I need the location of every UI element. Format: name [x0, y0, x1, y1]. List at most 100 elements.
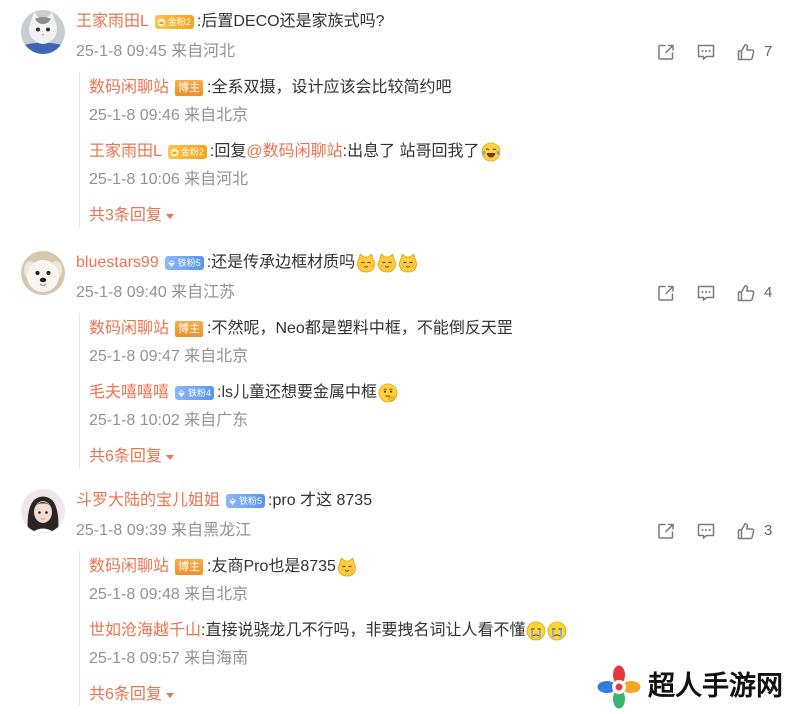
avatar[interactable] [21, 251, 65, 295]
cat-emoji-icon [398, 253, 418, 273]
cat-emoji-icon [356, 253, 376, 273]
share-icon-graphic [656, 521, 676, 541]
cat-emoji-icon [337, 557, 357, 577]
comment-header: 王家雨田L 金粉2 :后置DECO还是家族式吗? [76, 10, 385, 34]
more-replies-link[interactable]: 共3条回复 [89, 204, 174, 228]
reply-meta: 25-1-8 10:06 来自河北 [89, 171, 249, 188]
username-link[interactable]: 王家雨田L [76, 10, 149, 34]
fan-badge-label: 金粉2 [167, 17, 191, 27]
comment-header: bluestars99 铁粉5 :还是传承边框材质吗 [76, 251, 418, 275]
reply-item: 王家雨田L 金粉2:回复 @数码闲聊站:出息了 站哥回我了 25-1-8 10:06… [89, 140, 779, 204]
dog-avatar-image [21, 251, 65, 295]
reply-item: 数码闲聊站 博主:全系双摄，设计应该会比较简约吧 25-1-8 09:46 来自北… [89, 76, 779, 140]
reply-meta: 25-1-8 09:46 来自北京 [89, 107, 249, 124]
gold-fan-icon [170, 148, 179, 157]
avatar[interactable] [21, 10, 65, 54]
username-link[interactable]: 数码闲聊站 [89, 317, 169, 341]
reply-header: 毛夫嘻嘻嘻 铁粉4:ls儿童还想要金属中框 [89, 381, 779, 405]
like-count: 4 [764, 284, 773, 301]
reply-header: 王家雨田L 金粉2:回复 @数码闲聊站:出息了 站哥回我了 [89, 140, 779, 164]
comment-icon[interactable] [696, 521, 716, 541]
reply-meta: 25-1-8 10:02 来自广东 [89, 412, 249, 429]
like-icon[interactable] [736, 521, 756, 541]
reply-text: :不然呢，Neo都是塑料中框，不能倒反天罡 [207, 320, 513, 337]
reply-list: 数码闲聊站 博主:全系双摄，设计应该会比较简约吧 25-1-8 09:46 来自北… [79, 72, 779, 228]
fan-badge-label: 铁粉5 [177, 258, 201, 268]
username-link[interactable]: 毛夫嘻嘻嘻 [89, 381, 169, 405]
username-link[interactable]: 数码闲聊站 [89, 76, 169, 100]
reply-item: 数码闲聊站 博主:不然呢，Neo都是塑料中框，不能倒反天罡 25-1-8 09:4… [89, 317, 779, 381]
share-icon[interactable] [656, 283, 676, 303]
comment-meta: 25-1-8 09:39 来自黑龙江 [76, 522, 252, 539]
comment-icon-graphic [696, 42, 716, 62]
comment-icon-graphic [696, 283, 716, 303]
more-replies-link[interactable]: 共6条回复 [89, 683, 174, 707]
reply-meta: 25-1-8 09:47 来自北京 [89, 348, 249, 365]
share-icon-graphic [656, 283, 676, 303]
caret-down-icon [165, 454, 174, 460]
watermark-text: 超人手游网 [648, 671, 783, 702]
username-link[interactable]: 数码闲聊站 [89, 555, 169, 579]
reply-text: :全系双摄，设计应该会比较简约吧 [207, 79, 452, 96]
fan-badge-label: 铁粉4 [188, 388, 212, 398]
reply-text: :友商Pro也是8735 [207, 558, 336, 575]
comment-meta: 25-1-8 09:45 来自河北 [76, 43, 236, 60]
like-count: 7 [764, 43, 773, 60]
share-icon[interactable] [656, 521, 676, 541]
comment-item: bluestars99 铁粉5 :还是传承边框材质吗 25-1-8 09:40 来自… [0, 241, 791, 473]
comment-icon[interactable] [696, 283, 716, 303]
comment-text: :后置DECO还是家族式吗? [196, 13, 385, 30]
like-icon-graphic [736, 521, 756, 541]
caret-down-icon [165, 692, 174, 698]
comment-actions: 3 [656, 521, 786, 543]
more-replies-label: 共6条回复 [89, 448, 162, 465]
reply-text: :回复 [209, 143, 247, 160]
iron-fan-icon [177, 389, 186, 398]
like-icon[interactable] [736, 283, 756, 303]
avatar[interactable] [21, 489, 65, 533]
author-badge: 博主 [175, 321, 204, 337]
reply-header: 数码闲聊站 博主:不然呢，Neo都是塑料中框，不能倒反天罡 [89, 317, 779, 341]
mention-link[interactable]: @数码闲聊站 [246, 140, 342, 164]
comment-icon[interactable] [696, 42, 716, 62]
thinking-emoji-icon [378, 383, 398, 403]
like-count: 3 [764, 522, 773, 539]
fan-badge[interactable]: 金粉2 [154, 15, 194, 29]
username-link[interactable]: 王家雨田L [89, 140, 162, 164]
girl-avatar-image [21, 489, 65, 533]
fan-badge[interactable]: 金粉2 [167, 145, 207, 159]
like-icon-graphic [736, 42, 756, 62]
site-logo-icon [597, 665, 641, 709]
comment-text: :pro 才这 8735 [268, 492, 373, 509]
iron-fan-icon [167, 259, 176, 268]
username-link[interactable]: bluestars99 [76, 251, 159, 275]
share-icon[interactable] [656, 42, 676, 62]
site-watermark: 超人手游网 [596, 664, 788, 712]
like-icon-graphic [736, 283, 756, 303]
fan-badge[interactable]: 铁粉5 [226, 494, 266, 508]
comment-meta: 25-1-8 09:40 来自江苏 [76, 284, 236, 301]
like-icon[interactable] [736, 42, 756, 62]
comment-icon-graphic [696, 521, 716, 541]
username-link[interactable]: 世如沧海越千山 [89, 619, 201, 643]
comment-header: 斗罗大陆的宝儿姐姐 铁粉5 :pro 才这 8735 [76, 489, 372, 513]
gold-fan-icon [157, 18, 166, 27]
more-replies-label: 共3条回复 [89, 207, 162, 224]
more-replies-link[interactable]: 共6条回复 [89, 445, 174, 469]
reply-text-after: :出息了 站哥回我了 [342, 143, 480, 160]
reply-header: 世如沧海越千山:直接说骁龙几不行吗，非要拽名词让人看不懂 [89, 619, 779, 643]
reply-text: :直接说骁龙几不行吗，非要拽名词让人看不懂 [201, 622, 526, 639]
reply-list: 数码闲聊站 博主:不然呢，Neo都是塑料中框，不能倒反天罡 25-1-8 09:4… [79, 313, 779, 469]
fan-badge[interactable]: 铁粉4 [175, 386, 215, 400]
tear-emoji-icon [547, 621, 567, 641]
share-icon-graphic [656, 42, 676, 62]
author-badge: 博主 [175, 80, 204, 96]
username-link[interactable]: 斗罗大陆的宝儿姐姐 [76, 489, 220, 513]
comment-text: :还是传承边框材质吗 [206, 254, 356, 271]
fan-badge[interactable]: 铁粉5 [164, 256, 204, 270]
comment-actions: 7 [656, 42, 786, 64]
comment-actions: 4 [656, 283, 786, 305]
cat-emoji-icon [377, 253, 397, 273]
author-badge: 博主 [175, 559, 204, 575]
fan-badge-label: 铁粉5 [239, 496, 263, 506]
